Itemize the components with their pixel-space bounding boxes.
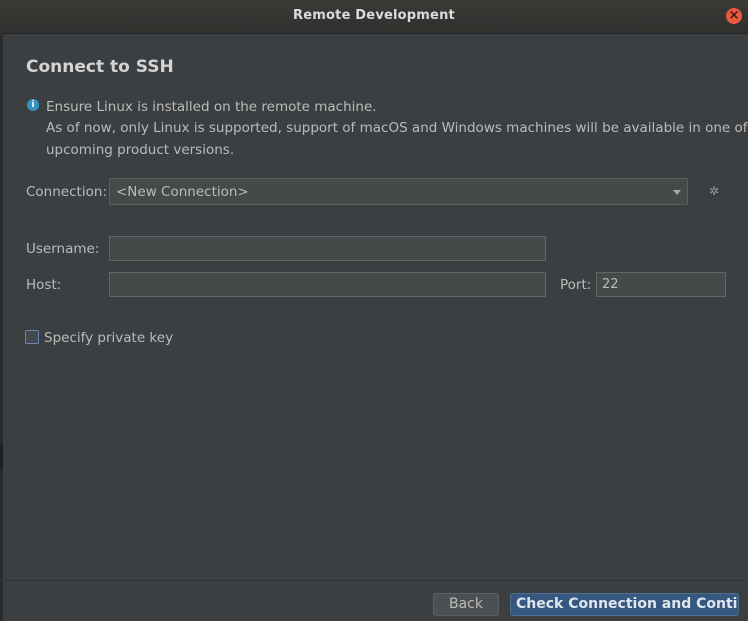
left-edge bbox=[0, 33, 3, 621]
connection-selected-value: <New Connection> bbox=[116, 184, 249, 200]
chevron-down-icon bbox=[673, 190, 681, 195]
info-line-1: Ensure Linux is installed on the remote … bbox=[46, 99, 377, 115]
host-label: Host: bbox=[26, 277, 62, 293]
info-icon: i bbox=[27, 99, 39, 111]
port-label: Port: bbox=[560, 277, 592, 293]
host-field[interactable] bbox=[109, 272, 546, 297]
info-line-2: As of now, only Linux is supported, supp… bbox=[46, 120, 748, 136]
private-key-checkbox[interactable] bbox=[25, 330, 39, 344]
close-icon[interactable]: × bbox=[726, 8, 742, 24]
window-title: Remote Development bbox=[293, 8, 455, 23]
check-connection-button[interactable]: Check Connection and Continue bbox=[510, 593, 739, 616]
username-field[interactable] bbox=[109, 236, 546, 261]
page-title: Connect to SSH bbox=[26, 57, 174, 77]
username-label: Username: bbox=[26, 241, 100, 257]
footer-divider bbox=[0, 580, 748, 581]
private-key-label[interactable]: Specify private key bbox=[44, 330, 173, 346]
back-button[interactable]: Back bbox=[433, 593, 499, 616]
port-value: 22 bbox=[602, 277, 619, 292]
info-line-3: upcoming product versions. bbox=[46, 142, 235, 158]
gear-icon[interactable]: ✲ bbox=[709, 184, 719, 198]
port-field[interactable]: 22 bbox=[596, 272, 726, 297]
title-bar: Remote Development × bbox=[0, 0, 748, 34]
left-edge-marker bbox=[0, 445, 3, 469]
connection-label: Connection: bbox=[26, 184, 107, 200]
connection-dropdown[interactable]: <New Connection> bbox=[109, 178, 688, 205]
